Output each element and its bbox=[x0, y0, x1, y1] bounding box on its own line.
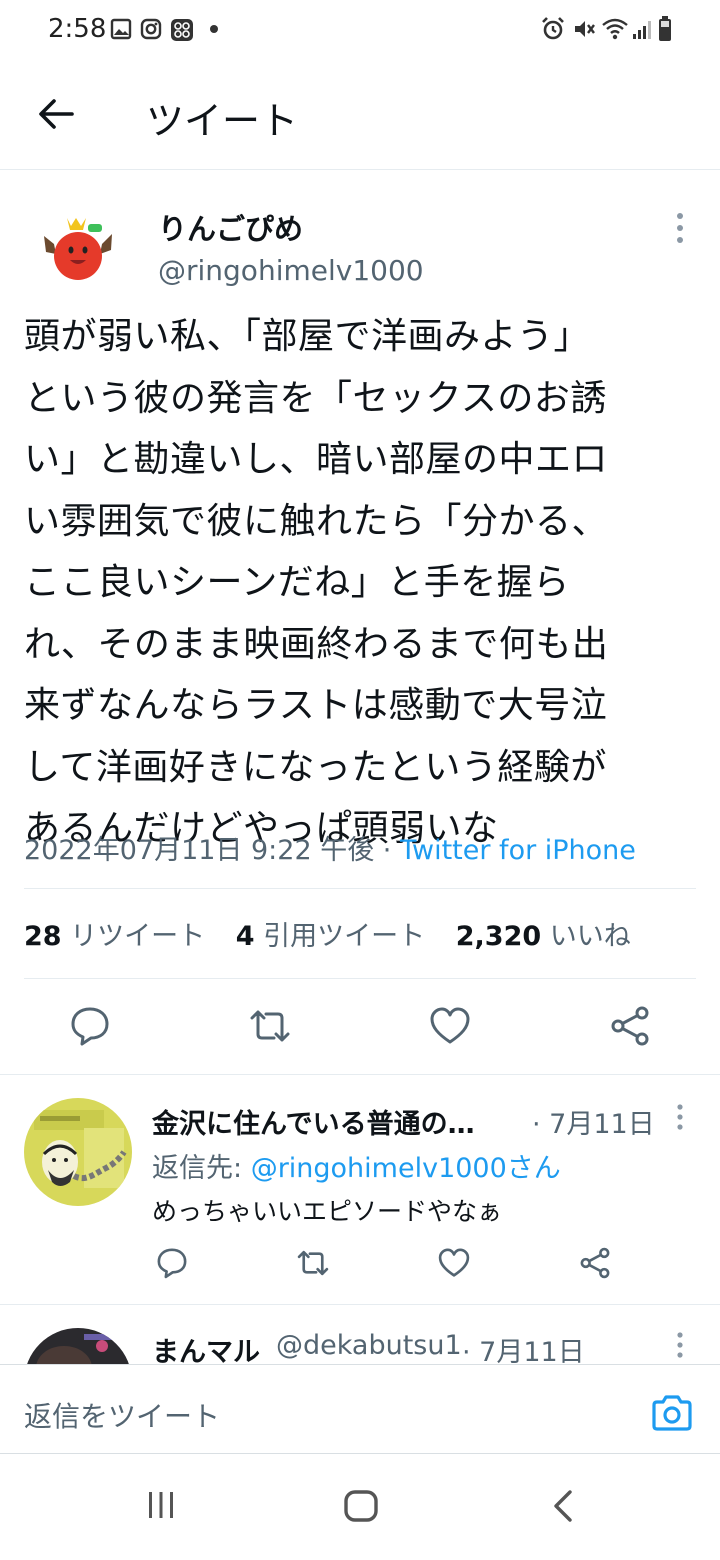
dot-icon bbox=[210, 25, 218, 33]
reply-avatar-image bbox=[24, 1098, 132, 1206]
divider bbox=[24, 978, 696, 979]
app-grid-icon bbox=[171, 19, 193, 41]
app-header: ツイート bbox=[0, 60, 720, 170]
battery-icon bbox=[659, 16, 671, 41]
likes-label: いいね bbox=[549, 921, 631, 952]
author-handle[interactable]: @ringohimelv1000 bbox=[158, 254, 424, 287]
reply-icon[interactable] bbox=[68, 1004, 112, 1048]
signal-icon bbox=[633, 21, 651, 39]
system-nav-bar bbox=[0, 1454, 720, 1560]
more-options-icon[interactable] bbox=[672, 1102, 688, 1132]
mute-icon bbox=[575, 21, 595, 37]
reply-date[interactable]: · 7月11日 bbox=[532, 1102, 655, 1141]
reply-author-handle[interactable]: @dekabutsu1 bbox=[276, 1330, 462, 1361]
likes-stat[interactable]: 2,320 いいね bbox=[456, 921, 631, 952]
reply-compose-bar[interactable]: 返信をツイート bbox=[0, 1364, 720, 1454]
tweet-source-link[interactable]: Twitter for iPhone bbox=[400, 835, 636, 866]
reply-to-prefix: 返信先: bbox=[152, 1153, 251, 1184]
divider bbox=[24, 888, 696, 889]
tweet-timestamp: 2022年07月11日 9:22 午後 · bbox=[24, 835, 400, 866]
quotes-stat[interactable]: 4 引用ツイート bbox=[236, 921, 425, 952]
reply-input-placeholder[interactable]: 返信をツイート bbox=[24, 1395, 220, 1435]
instagram-icon bbox=[140, 18, 162, 40]
status-time: 2:58 bbox=[48, 14, 107, 44]
likes-count: 2,320 bbox=[455, 921, 542, 952]
status-bar: 2:58 bbox=[0, 0, 720, 60]
back-nav-icon[interactable] bbox=[550, 1490, 576, 1522]
retweets-label: リツイート bbox=[70, 921, 206, 952]
like-icon[interactable] bbox=[437, 1246, 471, 1280]
like-icon[interactable] bbox=[428, 1004, 472, 1048]
author-name[interactable]: りんごぴめ bbox=[158, 206, 303, 248]
reply-icon[interactable] bbox=[155, 1246, 189, 1280]
reply-author-name[interactable]: 金沢に住んでいる普通の… bbox=[152, 1102, 475, 1141]
more-options-icon[interactable] bbox=[670, 210, 690, 246]
gallery-icon bbox=[110, 18, 132, 40]
wifi-icon bbox=[602, 18, 628, 40]
retweet-icon[interactable] bbox=[296, 1246, 330, 1280]
quotes-count: 4 bbox=[235, 921, 255, 952]
reply-to-handle[interactable]: @ringohimelv1000さん bbox=[251, 1153, 561, 1184]
camera-icon[interactable] bbox=[650, 1393, 694, 1433]
alarm-icon bbox=[542, 17, 564, 40]
arrow-left-icon[interactable] bbox=[36, 94, 76, 134]
share-icon[interactable] bbox=[578, 1246, 612, 1280]
divider bbox=[0, 1304, 720, 1305]
retweet-icon[interactable] bbox=[248, 1004, 292, 1048]
quotes-label: 引用ツイート bbox=[263, 921, 426, 952]
tweet-meta: 2022年07月11日 9:22 午後 · Twitter for iPhone bbox=[24, 828, 636, 867]
reply-to-line: 返信先: @ringohimelv1000さん bbox=[152, 1146, 561, 1185]
tweet-stats: 28 リツイート 4 引用ツイート 2,320 いいね bbox=[24, 914, 631, 953]
more-options-icon[interactable] bbox=[672, 1330, 688, 1360]
retweets-count: 28 bbox=[24, 921, 62, 952]
share-icon[interactable] bbox=[608, 1004, 652, 1048]
home-icon[interactable] bbox=[344, 1490, 378, 1522]
reply-text: めっちゃいいエピソードやなぁ bbox=[152, 1197, 503, 1226]
retweets-stat[interactable]: 28 リツイート bbox=[24, 921, 205, 952]
page-title: ツイート bbox=[146, 99, 299, 143]
recent-apps-icon[interactable] bbox=[146, 1490, 176, 1520]
divider bbox=[0, 1074, 720, 1075]
avatar[interactable] bbox=[40, 212, 116, 288]
reply-avatar[interactable] bbox=[24, 1098, 132, 1206]
tweet-text: 頭が弱い私、「部屋で洋画みよう」 という彼の発言を「セックスのお誘 い」と勘違い… bbox=[24, 316, 609, 849]
